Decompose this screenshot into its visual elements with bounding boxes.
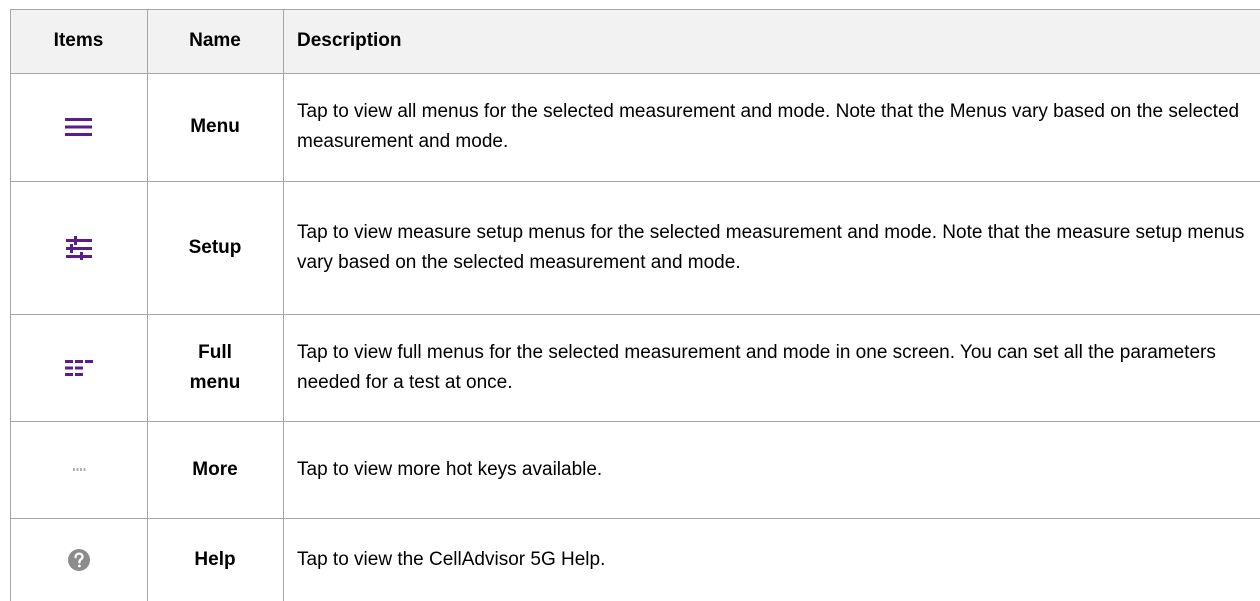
table-border-top	[10, 9, 1260, 10]
row-divider	[10, 421, 1260, 422]
description-cell: Tap to view more hot keys available.	[297, 458, 603, 480]
name-line-2: menu	[189, 371, 241, 393]
name-cell: Menu	[190, 116, 240, 137]
table-row: Help Tap to view the CellAdvisor 5G Help…	[10, 518, 1260, 601]
row-divider	[10, 518, 1260, 519]
setup-sliders-icon	[65, 235, 92, 260]
description-cell: Tap to view full menus for the selected …	[297, 341, 1216, 393]
items-cell	[10, 518, 147, 601]
items-cell	[10, 73, 147, 181]
name-cell: More	[192, 458, 238, 480]
name-cell: Full menu	[147, 314, 283, 421]
name-line-1: Full	[198, 341, 232, 363]
items-cell	[10, 421, 147, 518]
description-cell: Tap to view measure setup menus for the …	[297, 221, 1245, 273]
table-row: Setup Tap to view measure setup menus fo…	[10, 181, 1260, 314]
items-cell	[10, 314, 147, 421]
header-items: Items	[53, 30, 104, 51]
name-cell: Setup	[188, 236, 242, 258]
table-header-row: Items Name Description	[10, 9, 1260, 73]
description-cell: Tap to view all menus for the selected m…	[297, 101, 1240, 152]
row-divider	[10, 181, 1260, 182]
name-cell: Help	[194, 548, 236, 570]
column-divider	[147, 9, 148, 601]
table-row: More Tap to view more hot keys available…	[10, 421, 1260, 518]
items-cell	[10, 181, 147, 314]
table-border-left	[10, 9, 11, 601]
row-divider	[10, 73, 1260, 74]
table-row: Menu Tap to view all menus for the selec…	[10, 73, 1260, 181]
description-cell: Tap to view the CellAdvisor 5G Help.	[297, 548, 606, 570]
header-description: Description	[297, 30, 402, 51]
help-question-icon	[67, 548, 90, 571]
column-divider	[283, 9, 284, 601]
row-divider	[10, 314, 1260, 315]
full-menu-icon	[64, 359, 93, 376]
more-dots-icon	[72, 467, 85, 471]
hamburger-menu-icon	[64, 118, 92, 136]
header-name: Name	[189, 30, 241, 51]
table-row: Full menu Tap to view full menus for the…	[10, 314, 1260, 421]
